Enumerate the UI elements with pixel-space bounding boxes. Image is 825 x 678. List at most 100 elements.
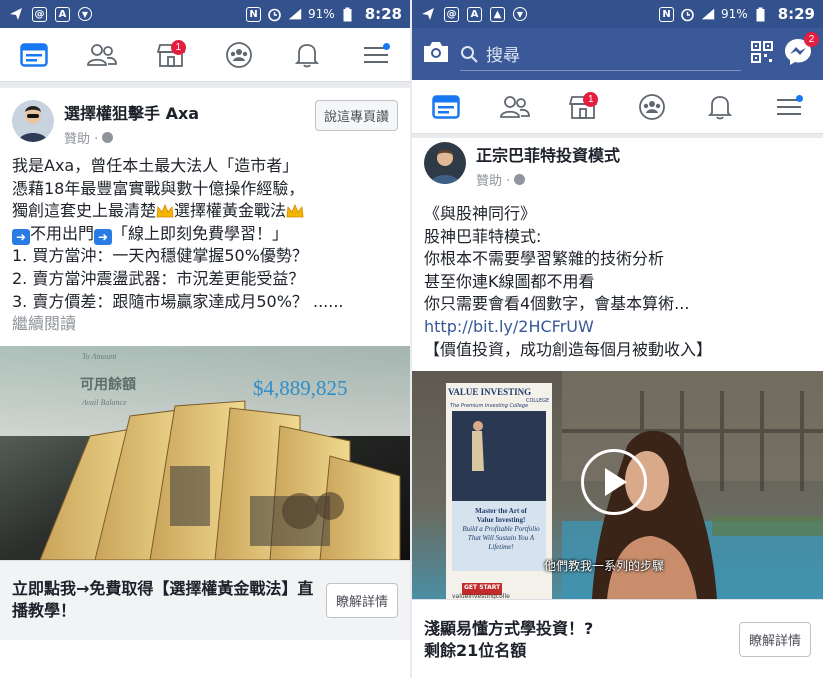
sponsored-post: 正宗巴菲特投資模式 贊助 · 《與股神同行》 股神巴菲特模式: 你根本不需要學習… [412,138,823,678]
post-line: 股神巴菲特模式: [424,226,542,246]
right-screen: @ A ▲ ▼ N 91% 8:29 搜尋 2 1 正宗巴菲特投資模式 贊助 ·… [412,0,823,678]
image-balance-label: 可用餘額 [80,376,136,393]
post-line: 【價值投資，成功創造每個月被動收入】 [424,339,713,359]
at-notification-icon: @ [32,6,47,22]
menu-tab[interactable] [772,90,806,124]
notifications-tab[interactable] [290,38,324,72]
messenger-badge: 2 [804,32,819,47]
messenger-button[interactable]: 2 [783,32,819,71]
marketplace-badge: 1 [170,39,186,55]
page-name[interactable]: 正宗巴菲特投資模式 [476,142,620,166]
groups-icon [638,93,665,120]
search-bar: 搜尋 2 [412,28,823,80]
shield-notification-icon: ▼ [513,7,527,21]
search-input[interactable]: 搜尋 [460,37,741,71]
page-avatar[interactable] [12,100,54,142]
poster-url: valueinvestingcolle [452,593,510,600]
post-link[interactable]: http://bit.ly/2HCFrUW [424,316,811,339]
marketplace-tab[interactable]: 1 [566,90,600,124]
page-name[interactable]: 選擇權狙擊手 Axa [64,100,199,124]
camera-icon[interactable] [422,40,450,68]
cta-bar: 淺顯易懂方式學投資！? 剩餘21位名額 瞭解詳情 [412,599,823,678]
marketplace-badge: 1 [583,91,599,107]
friends-tab[interactable] [498,90,532,124]
news-feed-tab[interactable] [17,38,51,72]
battery-percent: 91% [308,7,335,21]
post-line: 你只需要會看4個數字，會基本算術... [424,294,690,314]
post-line: 3. 賣方價差：跟隨市場贏家達成月50%？ ...... [12,291,344,311]
battery-icon [753,6,769,22]
post-line: 獨創這套史上最清楚 選擇權黃金戰法 [12,200,398,223]
clock: 8:29 [777,5,815,23]
post-line: 2. 賣方當沖震盪武器：市況差更能受益？ [12,268,305,288]
ad-image[interactable]: 可用餘額 To Amount Avail Balance $4,889,825 [0,345,410,560]
document-notification-icon: A [55,6,70,22]
news-feed-icon [432,94,460,119]
alarm-icon [679,6,695,22]
poster-text: Master the Art of Value Investing! Build… [462,507,540,552]
sponsored-post: 選擇權狙擊手 Axa 贊助 · 說這專頁讚 我是Axa，曾任本土最大法人「造市者… [0,88,410,640]
groups-tab[interactable] [222,38,256,72]
top-nav: 1 [0,28,410,82]
qr-code-icon[interactable] [751,41,773,67]
bell-icon [295,43,320,67]
banner-sub: COLLEGE [526,398,550,405]
top-nav: 1 [412,80,823,134]
nfc-icon: N [659,6,675,22]
learn-more-button[interactable]: 瞭解詳情 [738,622,811,658]
ad-video[interactable]: VALUE INVESTING COLLEGE The Premium Inve… [412,371,823,600]
signal-icon [287,6,303,22]
crown-icon [286,204,304,218]
play-icon [605,468,627,497]
send-notification-icon [420,6,436,22]
post-text: 我是Axa，曾任本土最大法人「造市者」 憑藉18年最豐富實戰與數十億操作經驗， … [0,155,410,342]
friends-tab[interactable] [85,38,119,72]
shield-notification-icon: ▼ [78,7,92,21]
post-line: 憑藉18年最豐富實戰與數十億操作經驗， [12,178,305,198]
right-arrow-icon: ➜ [94,228,113,245]
learn-more-button[interactable]: 瞭解詳情 [325,582,398,618]
poster-get-started: GET START [464,584,501,592]
post-line: 我是Axa，曾任本土最大法人「造市者」 [12,156,299,175]
image-notification-icon: ▲ [490,6,505,22]
page-avatar[interactable] [424,142,466,184]
post-line: 你根本不需要學習繁雜的技術分析 [424,249,665,269]
news-feed-icon [20,42,48,67]
battery-icon [340,6,356,22]
signal-icon [700,6,716,22]
globe-icon [514,174,526,185]
see-more-link[interactable]: 繼續閱讀 [12,313,398,336]
post-line: 1. 買方當沖：一天內穩健掌握50%優勢？ [12,246,308,266]
status-bar: @ A ▲ ▼ N 91% 8:29 [412,0,823,28]
menu-tab[interactable] [359,38,393,72]
banner-title: VALUE INVESTING [448,387,532,398]
sponsored-label: 贊助 · [64,128,199,147]
image-amount: $4,889,825 [253,375,348,400]
search-icon [461,45,478,63]
document-notification-icon: A [467,6,482,22]
friends-icon [87,43,118,66]
image-sub-label: Avail Balance [82,397,127,407]
search-placeholder: 搜尋 [486,46,520,66]
crown-icon [156,204,174,218]
banner-tag: The Premium Investing College [450,403,529,410]
marketplace-tab[interactable]: 1 [154,38,188,72]
bell-icon [708,95,733,119]
at-notification-icon: @ [444,6,459,22]
notifications-tab[interactable] [703,90,737,124]
post-line: 《與股神同行》 [424,204,537,223]
groups-icon [226,41,253,68]
globe-icon [102,132,114,143]
sponsored-label: 贊助 · [476,170,620,189]
play-button[interactable] [581,449,647,516]
menu-dot [382,42,390,50]
like-page-button[interactable]: 說這專頁讚 [314,100,398,131]
right-arrow-icon: ➜ [12,228,30,245]
groups-tab[interactable] [635,90,669,124]
status-bar: @ A ▼ N 91% 8:28 [0,0,410,28]
cta-bar: 立即點我→免費取得【選擇權黃金戰法】直播教學！ 瞭解詳情 [0,559,410,640]
news-feed-tab[interactable] [429,90,463,124]
cta-title[interactable]: 立即點我→免費取得【選擇權黃金戰法】直播教學！ [12,578,326,622]
cta-title[interactable]: 淺顯易懂方式學投資！? 剩餘21位名額 [424,618,739,662]
send-notification-icon [8,6,24,22]
